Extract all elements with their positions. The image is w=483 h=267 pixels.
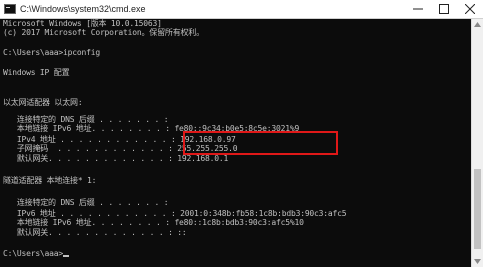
- console-line: IPv4 地址 . . . . . . . . . . . . : 192.16…: [3, 135, 236, 144]
- console-line: Windows IP 配置: [3, 68, 70, 77]
- console-line: (c) 2017 Microsoft Corporation。保留所有权利。: [3, 28, 204, 37]
- close-button[interactable]: [457, 0, 483, 18]
- arrow-down-icon: [474, 259, 481, 264]
- title-bar[interactable]: C:\Windows\system32\cmd.exe: [0, 0, 483, 19]
- console-line: Microsoft Windows [版本 10.0.15063]: [3, 19, 162, 28]
- prompt-text: C:\Users\aaa>: [3, 249, 64, 258]
- prompt-line[interactable]: C:\Users\aaa>: [3, 249, 70, 258]
- console-line: 默认网关. . . . . . . . . . . . . : 192.168.…: [3, 154, 229, 163]
- minimize-button[interactable]: [405, 0, 431, 18]
- console-line: C:\Users\aaa>ipconfig: [3, 48, 100, 57]
- window-title: C:\Windows\system32\cmd.exe: [20, 4, 146, 14]
- window-controls: [405, 0, 483, 18]
- console-line: 本地链接 IPv6 地址. . . . . . . . : fe80::9c34…: [3, 124, 300, 133]
- console-output[interactable]: Microsoft Windows [版本 10.0.15063] (c) 20…: [0, 19, 470, 267]
- scroll-down-button[interactable]: [472, 256, 483, 267]
- maximize-button[interactable]: [431, 0, 457, 18]
- vertical-scrollbar[interactable]: [471, 19, 483, 267]
- console-line: 隧道适配器 本地连接* 1:: [3, 176, 97, 185]
- close-icon: [465, 4, 475, 14]
- scroll-thumb[interactable]: [474, 169, 481, 249]
- console-line: 连接特定的 DNS 后缀 . . . . . . . :: [3, 198, 169, 207]
- console-line: 以太网适配器 以太网:: [3, 98, 83, 107]
- scroll-up-button[interactable]: [472, 19, 483, 30]
- console-line: 本地链接 IPv6 地址. . . . . . . . : fe80::1c8b…: [3, 218, 304, 227]
- console-line: 子网掩码 . . . . . . . . . . . . : 255.255.2…: [3, 144, 238, 153]
- minimize-icon: [413, 8, 423, 10]
- maximize-icon: [439, 4, 449, 14]
- text-cursor: [63, 255, 70, 257]
- cmd-window: C:\Windows\system32\cmd.exe Microsoft Wi…: [0, 0, 483, 267]
- cmd-icon: [4, 4, 16, 14]
- console-line: 连接特定的 DNS 后缀 . . . . . . . :: [3, 115, 169, 124]
- console-line: 默认网关. . . . . . . . . . . . . : ::: [3, 228, 187, 237]
- console-line: IPv6 地址 . . . . . . . . . . . . : 2001:0…: [3, 209, 347, 218]
- arrow-up-icon: [474, 22, 481, 27]
